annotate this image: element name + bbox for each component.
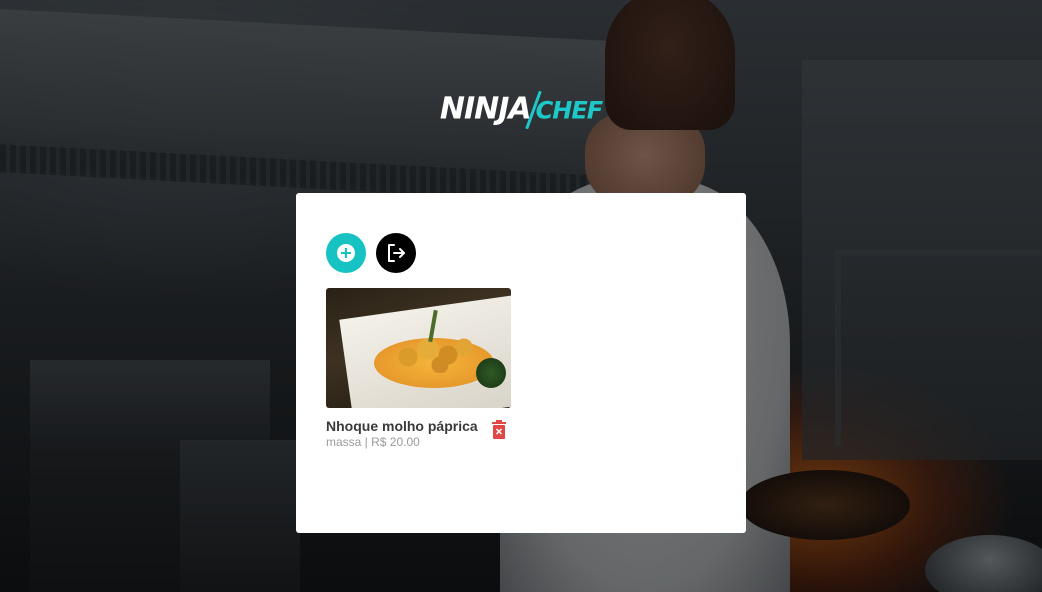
plus-circle-icon xyxy=(337,244,355,262)
recipe-meta: massa | R$ 20.00 xyxy=(326,435,420,449)
recipes-card: Nhoque molho páprica massa | R$ 20.00 xyxy=(296,193,746,533)
recipe-image xyxy=(326,288,511,408)
delete-recipe-button[interactable] xyxy=(491,420,507,440)
card-actions xyxy=(326,233,416,273)
add-recipe-button[interactable] xyxy=(326,233,366,273)
logout-icon xyxy=(388,244,405,262)
brand-logo-chef: CHEF xyxy=(535,96,603,125)
brand-logo-ninja: NINJA xyxy=(439,91,532,127)
brand-logo: NINJA CHEF xyxy=(0,90,1042,130)
trash-icon xyxy=(492,420,506,439)
recipe-name: Nhoque molho páprica xyxy=(326,418,478,434)
recipe-info: Nhoque molho páprica massa | R$ 20.00 xyxy=(326,418,511,454)
logout-button[interactable] xyxy=(376,233,416,273)
recipe-card[interactable]: Nhoque molho páprica massa | R$ 20.00 xyxy=(326,288,511,454)
